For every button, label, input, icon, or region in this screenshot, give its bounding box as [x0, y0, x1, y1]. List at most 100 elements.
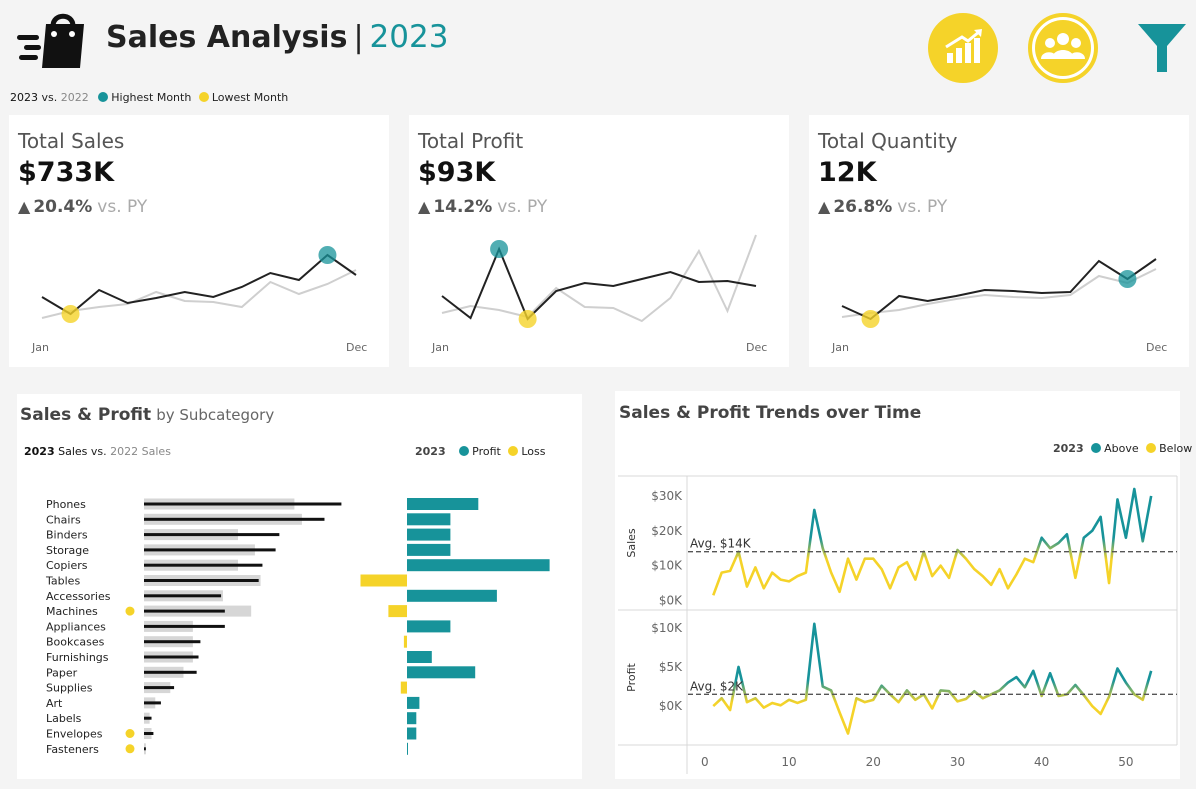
profit-bar: [407, 528, 451, 541]
growth-chart-button[interactable]: [928, 13, 998, 83]
kpi-card: Total Quantity 12K ▲ 26.8% vs. PY Jan Dec: [809, 115, 1189, 367]
sales-2023-bar: [144, 701, 161, 705]
trend-line: [712, 622, 1153, 735]
kpi-sparkline: [441, 234, 757, 328]
sales-2023-bar: [144, 517, 325, 521]
y-tick-label: $30K: [651, 489, 683, 503]
profit-bar: [407, 620, 451, 633]
average-label: Avg. $14K: [690, 537, 752, 551]
profit-bar: [407, 513, 451, 526]
filter-icon: [1138, 24, 1186, 72]
profit-bar: [407, 727, 417, 740]
title-separator: |: [353, 20, 364, 55]
current-year-line: [41, 253, 357, 316]
subcategory-label: Accessories: [46, 590, 111, 603]
profit-bar: [407, 543, 451, 556]
sales-2023-bar: [144, 686, 175, 690]
lowest-month-marker: [61, 305, 80, 323]
lowest-dot-icon: [198, 92, 209, 102]
kpi-card: Total Profit $93K ▲ 14.2% vs. PY Jan Dec: [409, 115, 789, 367]
subcategory-label: Envelopes: [46, 728, 103, 741]
current-year-line: [841, 258, 1157, 321]
highest-month-marker: [490, 240, 509, 258]
subcategory-label: Art: [46, 697, 63, 710]
growth-chart-icon: [928, 13, 998, 83]
sales-2023-bar: [144, 579, 259, 582]
sales-2023-bar: [144, 533, 280, 537]
profit-bar: [388, 605, 407, 618]
trend-line: [712, 487, 1153, 596]
x-tick-label: 40: [1034, 755, 1049, 769]
sales-2023-bar: [144, 732, 154, 735]
subcategory-label: Phones: [46, 498, 86, 511]
sales-2023-bar: [144, 502, 342, 506]
trends-card: Sales & Profit Trends over Time 2023 Abo…: [615, 391, 1192, 779]
sales-2023-bar: [144, 548, 276, 552]
legend-lowest: Lowest Month: [211, 91, 289, 104]
x-tick-label: 0: [701, 755, 709, 769]
flag-dot-icon: [125, 606, 135, 616]
subcategory-card: Sales & Profit by Subcategory 2023 Sales…: [17, 394, 582, 779]
subcategory-label: Binders: [46, 529, 88, 542]
y-tick-label: $10K: [651, 621, 683, 635]
kpi-card: Total Sales $733K ▲ 20.4% vs. PY Jan Dec: [9, 115, 389, 367]
profit-bar: [407, 498, 479, 510]
subcategory-label: Paper: [46, 666, 78, 679]
y-tick-label: $5K: [659, 660, 683, 674]
legend-year-previous: 2022: [60, 91, 89, 104]
subcategory-label: Supplies: [46, 682, 93, 695]
x-tick-label: 30: [950, 755, 965, 769]
subcategory-label: Fasteners: [46, 743, 99, 756]
y-tick-label: $20K: [651, 524, 683, 538]
legend-vs: vs.: [41, 91, 58, 104]
average-label: Avg. $2K: [690, 679, 744, 693]
axis-ylabel: Sales: [625, 528, 638, 558]
subcategory-label: Appliances: [46, 620, 106, 633]
header-legend: 2023 vs. 2022 Highest Month Lowest Month: [10, 91, 288, 104]
subcategory-label: Bookcases: [46, 636, 105, 649]
kpi-sparkline: [41, 246, 357, 323]
sales-2023-bar: [144, 594, 222, 598]
profit-bar: [407, 651, 432, 663]
subcategory-label: Machines: [46, 605, 98, 618]
y-tick-label: $0K: [659, 699, 683, 713]
subcategory-label: Furnishings: [46, 651, 109, 664]
axis-ylabel: Profit: [625, 662, 638, 691]
flag-dot-icon: [125, 744, 135, 754]
subcategory-label: Chairs: [46, 513, 81, 526]
y-tick-label: $0K: [659, 594, 683, 608]
sales-2023-bar: [144, 609, 225, 613]
profit-bar: [407, 696, 420, 709]
x-tick-label: 50: [1118, 755, 1133, 769]
profit-bar: [403, 635, 407, 648]
profit-bar: [407, 666, 476, 679]
sales-2023-bar: [144, 655, 199, 659]
x-tick-label: 20: [866, 755, 881, 769]
flag-dot-icon: [125, 729, 135, 738]
profit-bar: [400, 681, 407, 694]
sales-2023-bar: [144, 563, 263, 567]
page-title: Sales Analysis | 2023: [106, 19, 448, 55]
x-tick-label: 10: [781, 755, 796, 769]
subcategory-label: Storage: [46, 544, 89, 557]
sales-2023-bar: [144, 747, 146, 751]
profit-bar: [360, 574, 407, 587]
legend-highest: Highest Month: [111, 91, 192, 104]
subcategory-chart: Phones Chairs Binders Storage Copiers Tables A…: [45, 498, 550, 756]
legend-year-current: 2023: [10, 91, 38, 104]
app-logo: [14, 10, 84, 72]
lowest-month-marker: [518, 310, 537, 328]
sales-2023-bar: [144, 716, 152, 720]
subcategory-label: Copiers: [46, 559, 88, 572]
shopping-bag-icon: [17, 13, 84, 68]
subcategory-label: Tables: [45, 575, 80, 588]
y-tick-label: $10K: [651, 559, 683, 573]
prior-year-line: [441, 234, 757, 323]
prior-year-line: [841, 268, 1157, 318]
profit-bar: [407, 712, 417, 725]
kpi-sparkline: [841, 258, 1157, 328]
people-group-icon: [1028, 13, 1098, 83]
trends-chart: Sales $0K $10K $20K $30K Avg. $14K Profit $0K $5…: [618, 475, 1178, 774]
filter-button[interactable]: [1136, 22, 1188, 74]
customers-button[interactable]: [1028, 13, 1098, 83]
